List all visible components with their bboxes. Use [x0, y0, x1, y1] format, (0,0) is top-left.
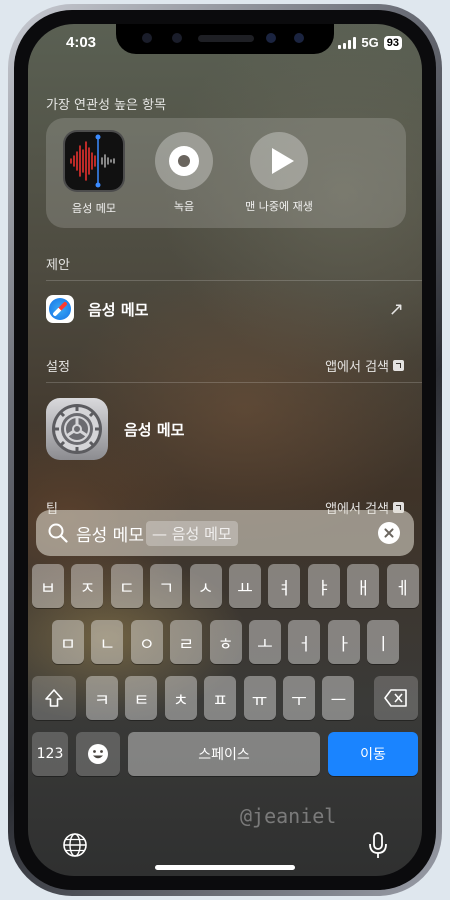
search-icon [48, 523, 68, 543]
front-camera [266, 33, 276, 43]
arrow-up-right-icon: ↗ [388, 298, 404, 320]
emoji-icon [88, 744, 108, 764]
divider [46, 382, 422, 383]
settings-section-label: 설정 [46, 360, 70, 375]
letter-key[interactable]: ㅠ [243, 676, 276, 720]
delete-key[interactable] [374, 676, 418, 720]
play-button[interactable] [250, 132, 308, 190]
letter-key[interactable]: ㄱ [150, 564, 183, 608]
letter-key[interactable]: ㅜ [283, 676, 315, 720]
play-icon [272, 148, 294, 174]
space-key[interactable]: 스페이스 [128, 732, 320, 776]
letter-key[interactable]: ㅅ [189, 564, 222, 608]
letter-key[interactable]: ㅏ [327, 620, 360, 664]
settings-gear-icon [46, 398, 108, 460]
numbers-key[interactable]: 123 [32, 732, 68, 776]
keyboard-row-4: 123 스페이스 이동 [28, 732, 422, 776]
shift-key[interactable] [32, 676, 76, 720]
top-hit-record[interactable]: 녹음 [148, 130, 220, 214]
emoji-key[interactable] [76, 732, 120, 776]
suggestion-row[interactable]: 음성 메모 ↗ [46, 294, 404, 324]
letter-key[interactable]: ㅍ [204, 676, 237, 720]
top-hit-label: 맨 나중에 재생 [245, 200, 313, 213]
letter-key[interactable]: ㅣ [367, 620, 400, 664]
divider [46, 280, 422, 281]
keyboard-row-1: ㅂㅈㄷㄱㅅㅛㅕㅑㅐㅔ [28, 564, 422, 608]
safari-icon [46, 295, 74, 323]
top-hits-label: 가장 연관성 높은 항목 [46, 98, 167, 113]
top-hit-voice-memos[interactable]: 음성 메모 [58, 130, 130, 216]
record-button[interactable] [155, 132, 213, 190]
notch [116, 24, 334, 54]
letter-key[interactable]: ㄹ [170, 620, 203, 664]
letter-key[interactable]: ㅊ [164, 676, 197, 720]
letter-key[interactable]: ㄷ [110, 564, 143, 608]
keyboard: ㅂㅈㄷㄱㅅㅛㅕㅑㅐㅔ ㅁㄴㅇㄹㅎㅗㅓㅏㅣ ㅋㅌㅊㅍㅠㅜㅡ 123 스페이스 이동… [28, 564, 422, 876]
letter-key[interactable]: ㅔ [386, 564, 419, 608]
settings-search-in-app[interactable]: 앱에서 검색 [325, 356, 404, 375]
letter-key[interactable]: ㅗ [249, 620, 281, 664]
record-icon [169, 146, 199, 176]
settings-result-title: 음성 메모 [124, 420, 185, 439]
keyboard-row-2: ㅁㄴㅇㄹㅎㅗㅓㅏㅣ [28, 620, 422, 664]
screen: 4:03 5G 93 가장 연관성 높은 항목 음성 메모 녹음 맨 나중에 재… [28, 24, 422, 876]
search-bar[interactable]: 음성 메모 — 음성 메모 [36, 510, 414, 556]
home-indicator[interactable] [155, 865, 295, 870]
network-type: 5G [361, 35, 379, 50]
suggestions-label: 제안 [46, 258, 70, 273]
letter-key[interactable]: ㅐ [347, 564, 380, 608]
letter-key[interactable]: ㅎ [209, 620, 242, 664]
search-completion[interactable]: — 음성 메모 [145, 520, 238, 546]
top-hit-label: 음성 메모 [72, 202, 116, 215]
front-camera [294, 33, 304, 43]
letter-key[interactable]: ㅁ [52, 620, 84, 664]
clear-search-icon[interactable] [378, 522, 400, 544]
microphone-icon[interactable] [368, 832, 388, 860]
shift-arrow-icon [45, 689, 63, 707]
status-time: 4:03 [66, 34, 97, 51]
status-right: 5G 93 [338, 35, 402, 50]
letter-key[interactable]: ㅂ [32, 564, 64, 608]
phone-bezel: 4:03 5G 93 가장 연관성 높은 항목 음성 메모 녹음 맨 나중에 재… [14, 10, 436, 890]
voice-memos-app-icon [63, 130, 125, 192]
open-in-app-icon [393, 360, 404, 371]
letter-key[interactable]: ㅕ [268, 564, 301, 608]
keyboard-row-3: ㅋㅌㅊㅍㅠㅜㅡ [28, 676, 422, 720]
letter-key[interactable]: ㅇ [130, 620, 163, 664]
sensor [172, 33, 182, 43]
globe-icon[interactable] [62, 832, 88, 858]
letter-key[interactable]: ㅑ [307, 564, 340, 608]
settings-result-row[interactable]: 음성 메모 [46, 398, 404, 460]
top-hit-play-latest[interactable]: 맨 나중에 재생 [234, 130, 324, 214]
top-hits-card: 음성 메모 녹음 맨 나중에 재생 [46, 118, 406, 228]
search-in-app-label: 앱에서 검색 [325, 360, 389, 375]
earpiece-speaker [198, 35, 254, 42]
sensor [142, 33, 152, 43]
cellular-signal-icon [338, 36, 357, 49]
battery-icon: 93 [383, 35, 402, 50]
letter-key[interactable]: ㅈ [71, 564, 104, 608]
letter-key[interactable]: ㅡ [322, 676, 355, 720]
letter-key[interactable]: ㅓ [288, 620, 321, 664]
letter-key[interactable]: ㅋ [86, 676, 118, 720]
watermark: @jeaniel [240, 804, 337, 828]
search-input[interactable]: 음성 메모 [76, 521, 144, 546]
go-key[interactable]: 이동 [328, 732, 418, 776]
letter-key[interactable]: ㄴ [91, 620, 124, 664]
letter-key[interactable]: ㅌ [125, 676, 158, 720]
phone-frame: 4:03 5G 93 가장 연관성 높은 항목 음성 메모 녹음 맨 나중에 재… [8, 4, 442, 896]
suggestion-title: 음성 메모 [88, 300, 149, 319]
top-hit-label: 녹음 [173, 200, 195, 213]
backspace-icon [384, 689, 407, 707]
letter-key[interactable]: ㅛ [229, 564, 261, 608]
